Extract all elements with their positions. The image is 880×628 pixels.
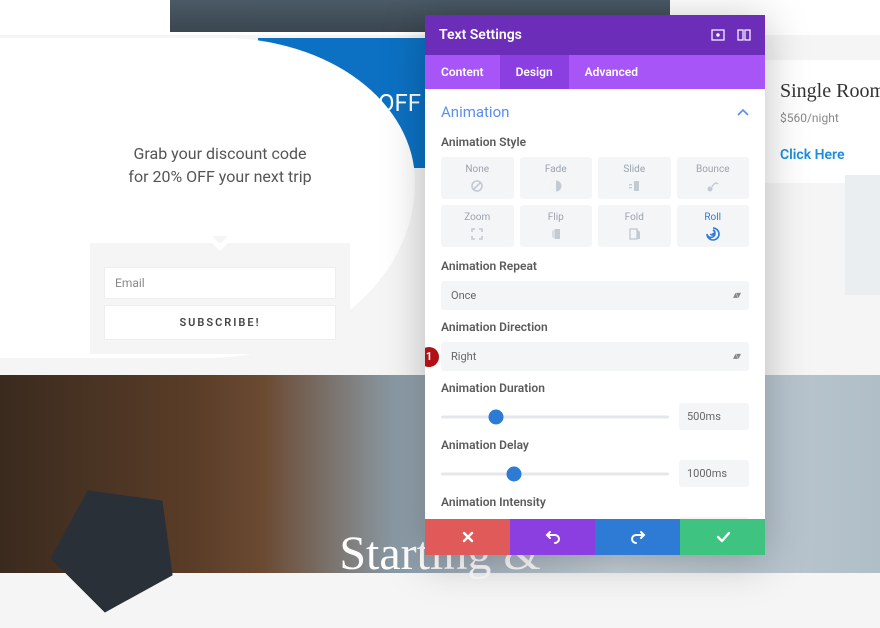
select-animation-repeat[interactable]: Once ▴▾ (441, 281, 749, 310)
label-animation-style: Animation Style (441, 135, 749, 149)
tab-design[interactable]: Design (500, 55, 569, 89)
section-animation-toggle[interactable]: Animation (441, 103, 749, 121)
style-bounce[interactable]: Bounce (677, 157, 750, 199)
fold-icon (627, 227, 641, 241)
signup-heading-l1: Grab your discount code (134, 144, 307, 163)
animation-style-grid: None Fade Slide Bounce Zoom Flip Fold Ro… (441, 157, 749, 247)
style-fade[interactable]: Fade (520, 157, 593, 199)
panel-footer (425, 519, 765, 555)
label-animation-direction: Animation Direction (441, 320, 749, 334)
chevron-up-icon (737, 103, 749, 121)
select-direction-value: Right (451, 350, 476, 363)
panel-body: Animation Animation Style None Fade Slid… (425, 89, 765, 519)
label-animation-delay: Animation Delay (441, 438, 749, 452)
room-card: Single Rooms $560/night Click Here (765, 60, 880, 183)
marker-badge-1: 1 (425, 347, 439, 367)
section-title: Animation (441, 103, 509, 121)
save-button[interactable] (680, 519, 765, 555)
roll-icon (706, 227, 720, 241)
room-card-link[interactable]: Click Here (780, 147, 880, 163)
redo-button[interactable] (595, 519, 680, 555)
tab-content[interactable]: Content (425, 55, 500, 89)
hero-decorative-shape (35, 458, 205, 628)
signup-form: Email SUBSCRIBE! (90, 243, 350, 354)
fade-icon (549, 179, 563, 193)
signup-heading-l2: for 20% OFF your next trip (128, 167, 311, 186)
label-animation-duration: Animation Duration (441, 381, 749, 395)
email-field[interactable]: Email (104, 267, 336, 299)
style-flip[interactable]: Flip (520, 205, 593, 247)
slider-delay[interactable] (441, 465, 669, 483)
style-none[interactable]: None (441, 157, 514, 199)
style-roll[interactable]: Roll (677, 205, 750, 247)
tab-advanced[interactable]: Advanced (569, 55, 654, 89)
label-animation-repeat: Animation Repeat (441, 259, 749, 273)
style-fold[interactable]: Fold (598, 205, 671, 247)
room-card-price: $560/night (780, 111, 880, 125)
bounce-icon (706, 179, 720, 193)
value-duration[interactable]: 500ms (679, 403, 749, 430)
none-icon (470, 179, 484, 193)
grid-icon[interactable] (737, 29, 751, 41)
room-card-title: Single Rooms (780, 80, 880, 103)
style-zoom[interactable]: Zoom (441, 205, 514, 247)
zoom-icon (470, 227, 484, 241)
select-animation-direction[interactable]: 1 Right ▴▾ (441, 342, 749, 371)
caret-icon: ▴▾ (733, 351, 739, 362)
signup-heading: Grab your discount code for 20% OFF your… (90, 143, 350, 188)
flip-icon (549, 227, 563, 241)
slider-duration[interactable] (441, 408, 669, 426)
value-delay[interactable]: 1000ms (679, 460, 749, 487)
settings-panel: Text Settings Content Design Advanced An… (425, 15, 765, 555)
label-animation-intensity: Animation Intensity (441, 495, 749, 509)
cancel-button[interactable] (425, 519, 510, 555)
slide-icon (627, 179, 641, 193)
undo-button[interactable] (510, 519, 595, 555)
expand-icon[interactable] (711, 29, 725, 41)
select-repeat-value: Once (451, 289, 476, 302)
room-card-image (845, 175, 880, 295)
caret-icon: ▴▾ (733, 290, 739, 301)
subscribe-button[interactable]: SUBSCRIBE! (104, 305, 336, 340)
panel-title: Text Settings (439, 27, 522, 43)
panel-header[interactable]: Text Settings (425, 15, 765, 55)
panel-tabs: Content Design Advanced (425, 55, 765, 89)
signup-blob: Grab your discount code for 20% OFF your… (0, 38, 415, 358)
style-slide[interactable]: Slide (598, 157, 671, 199)
